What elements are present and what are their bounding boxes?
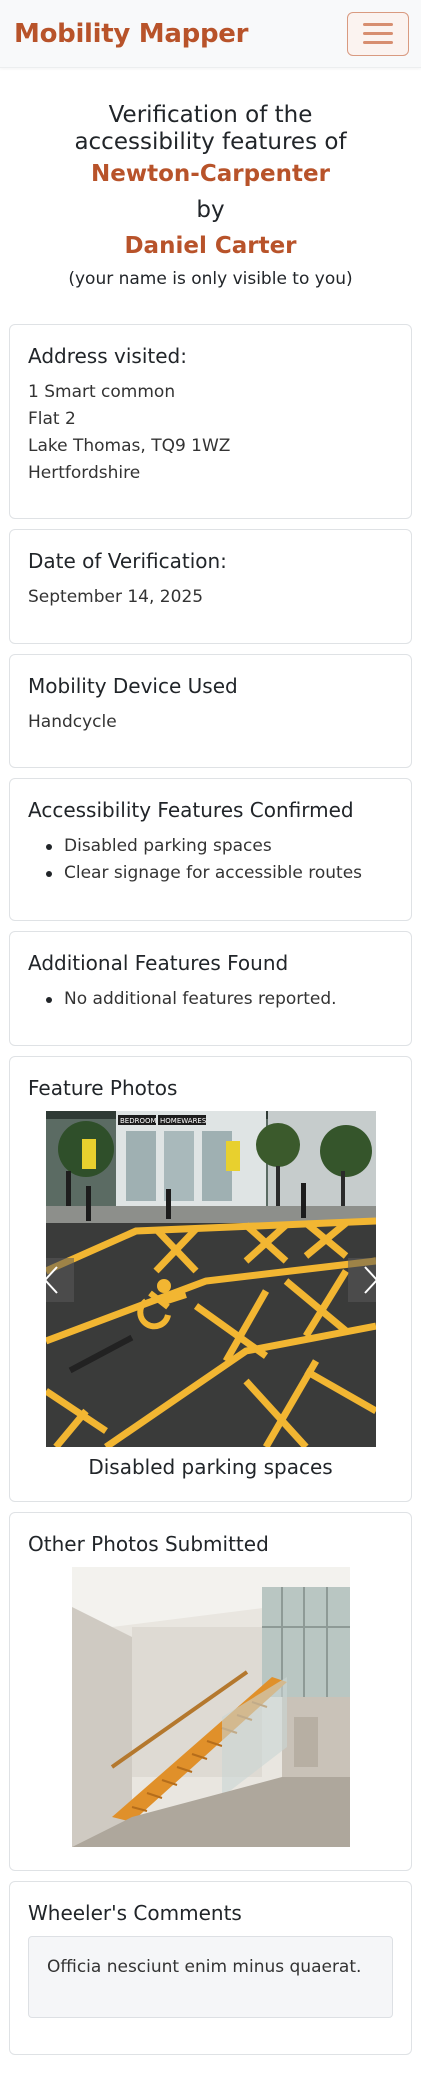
navbar: Mobility Mapper — [0, 0, 421, 68]
confirmed-features-title: Accessibility Features Confirmed — [28, 798, 354, 822]
date-card: Date of Verification: September 14, 2025 — [9, 529, 412, 644]
address-text: 1 Smart common Flat 2 Lake Thomas, TQ9 1… — [28, 379, 393, 487]
sign-text: HOMEWARES — [160, 1117, 207, 1125]
additional-features-list: No additional features reported. — [28, 986, 393, 1013]
list-item: No additional features reported. — [46, 986, 393, 1013]
chevron-right-icon — [363, 1266, 376, 1294]
comment-text: Officia nesciunt enim minus quaerat. — [28, 1936, 393, 2018]
address-line: 1 Smart common — [28, 382, 176, 402]
address-line: Lake Thomas, TQ9 1WZ — [28, 436, 231, 456]
date-value: September 14, 2025 — [28, 587, 204, 607]
device-value: Handcycle — [28, 712, 117, 732]
confirmed-features-card: Accessibility Features Confirmed Disable… — [9, 778, 412, 921]
carousel-next-button[interactable] — [347, 1258, 376, 1302]
date-title: Date of Verification: — [28, 549, 227, 573]
other-photos-title: Other Photos Submitted — [28, 1532, 269, 1556]
brand-logo[interactable]: Mobility Mapper — [14, 19, 248, 49]
address-card: Address visited: 1 Smart common Flat 2 L… — [9, 324, 412, 519]
feature-photos-title: Feature Photos — [28, 1076, 178, 1100]
by-label: by — [196, 197, 225, 223]
carousel-caption: Disabled parking spaces — [88, 1455, 333, 1479]
parking-spaces-photo: BEDROOM HOMEWARES — [45, 1111, 376, 1447]
menu-toggle-button[interactable] — [347, 11, 409, 56]
additional-features-card: Additional Features Found No additional … — [9, 931, 412, 1046]
address-line: Hertfordshire — [28, 463, 141, 483]
list-item: Clear signage for accessible routes — [46, 860, 393, 887]
comments-card: Wheeler's Comments Officia nesciunt enim… — [9, 1881, 412, 2055]
other-photos-card: Other Photos Submitted — [9, 1512, 412, 1871]
user-name: Daniel Carter — [124, 233, 297, 259]
page-header: Verification of the accessibility featur… — [0, 68, 421, 324]
hamburger-menu-icon — [363, 23, 393, 26]
staircase-photo[interactable] — [71, 1567, 350, 1847]
device-card: Mobility Device Used Handcycle — [9, 654, 412, 768]
page-title: Verification of the accessibility featur… — [74, 102, 347, 155]
sign-text: BEDROOM — [120, 1117, 157, 1125]
carousel-prev-button[interactable] — [45, 1258, 74, 1302]
additional-features-title: Additional Features Found — [28, 951, 289, 975]
confirmed-features-list: Disabled parking spaces Clear signage fo… — [28, 833, 393, 887]
device-title: Mobility Device Used — [28, 674, 238, 698]
photo-carousel[interactable]: BEDROOM HOMEWARES — [45, 1111, 376, 1447]
address-line: Flat 2 — [28, 409, 76, 429]
hamburger-menu-icon — [363, 41, 393, 44]
chevron-left-icon — [45, 1266, 58, 1294]
list-item: Disabled parking spaces — [46, 833, 393, 860]
address-title: Address visited: — [28, 344, 187, 368]
hamburger-menu-icon — [363, 32, 393, 35]
privacy-note: (your name is only visible to you) — [68, 269, 353, 289]
comments-title: Wheeler's Comments — [28, 1901, 242, 1925]
venue-name: Newton-Carpenter — [91, 161, 330, 187]
feature-photos-card: Feature Photos BEDROOM HOMEWARES Disable… — [9, 1056, 412, 1502]
